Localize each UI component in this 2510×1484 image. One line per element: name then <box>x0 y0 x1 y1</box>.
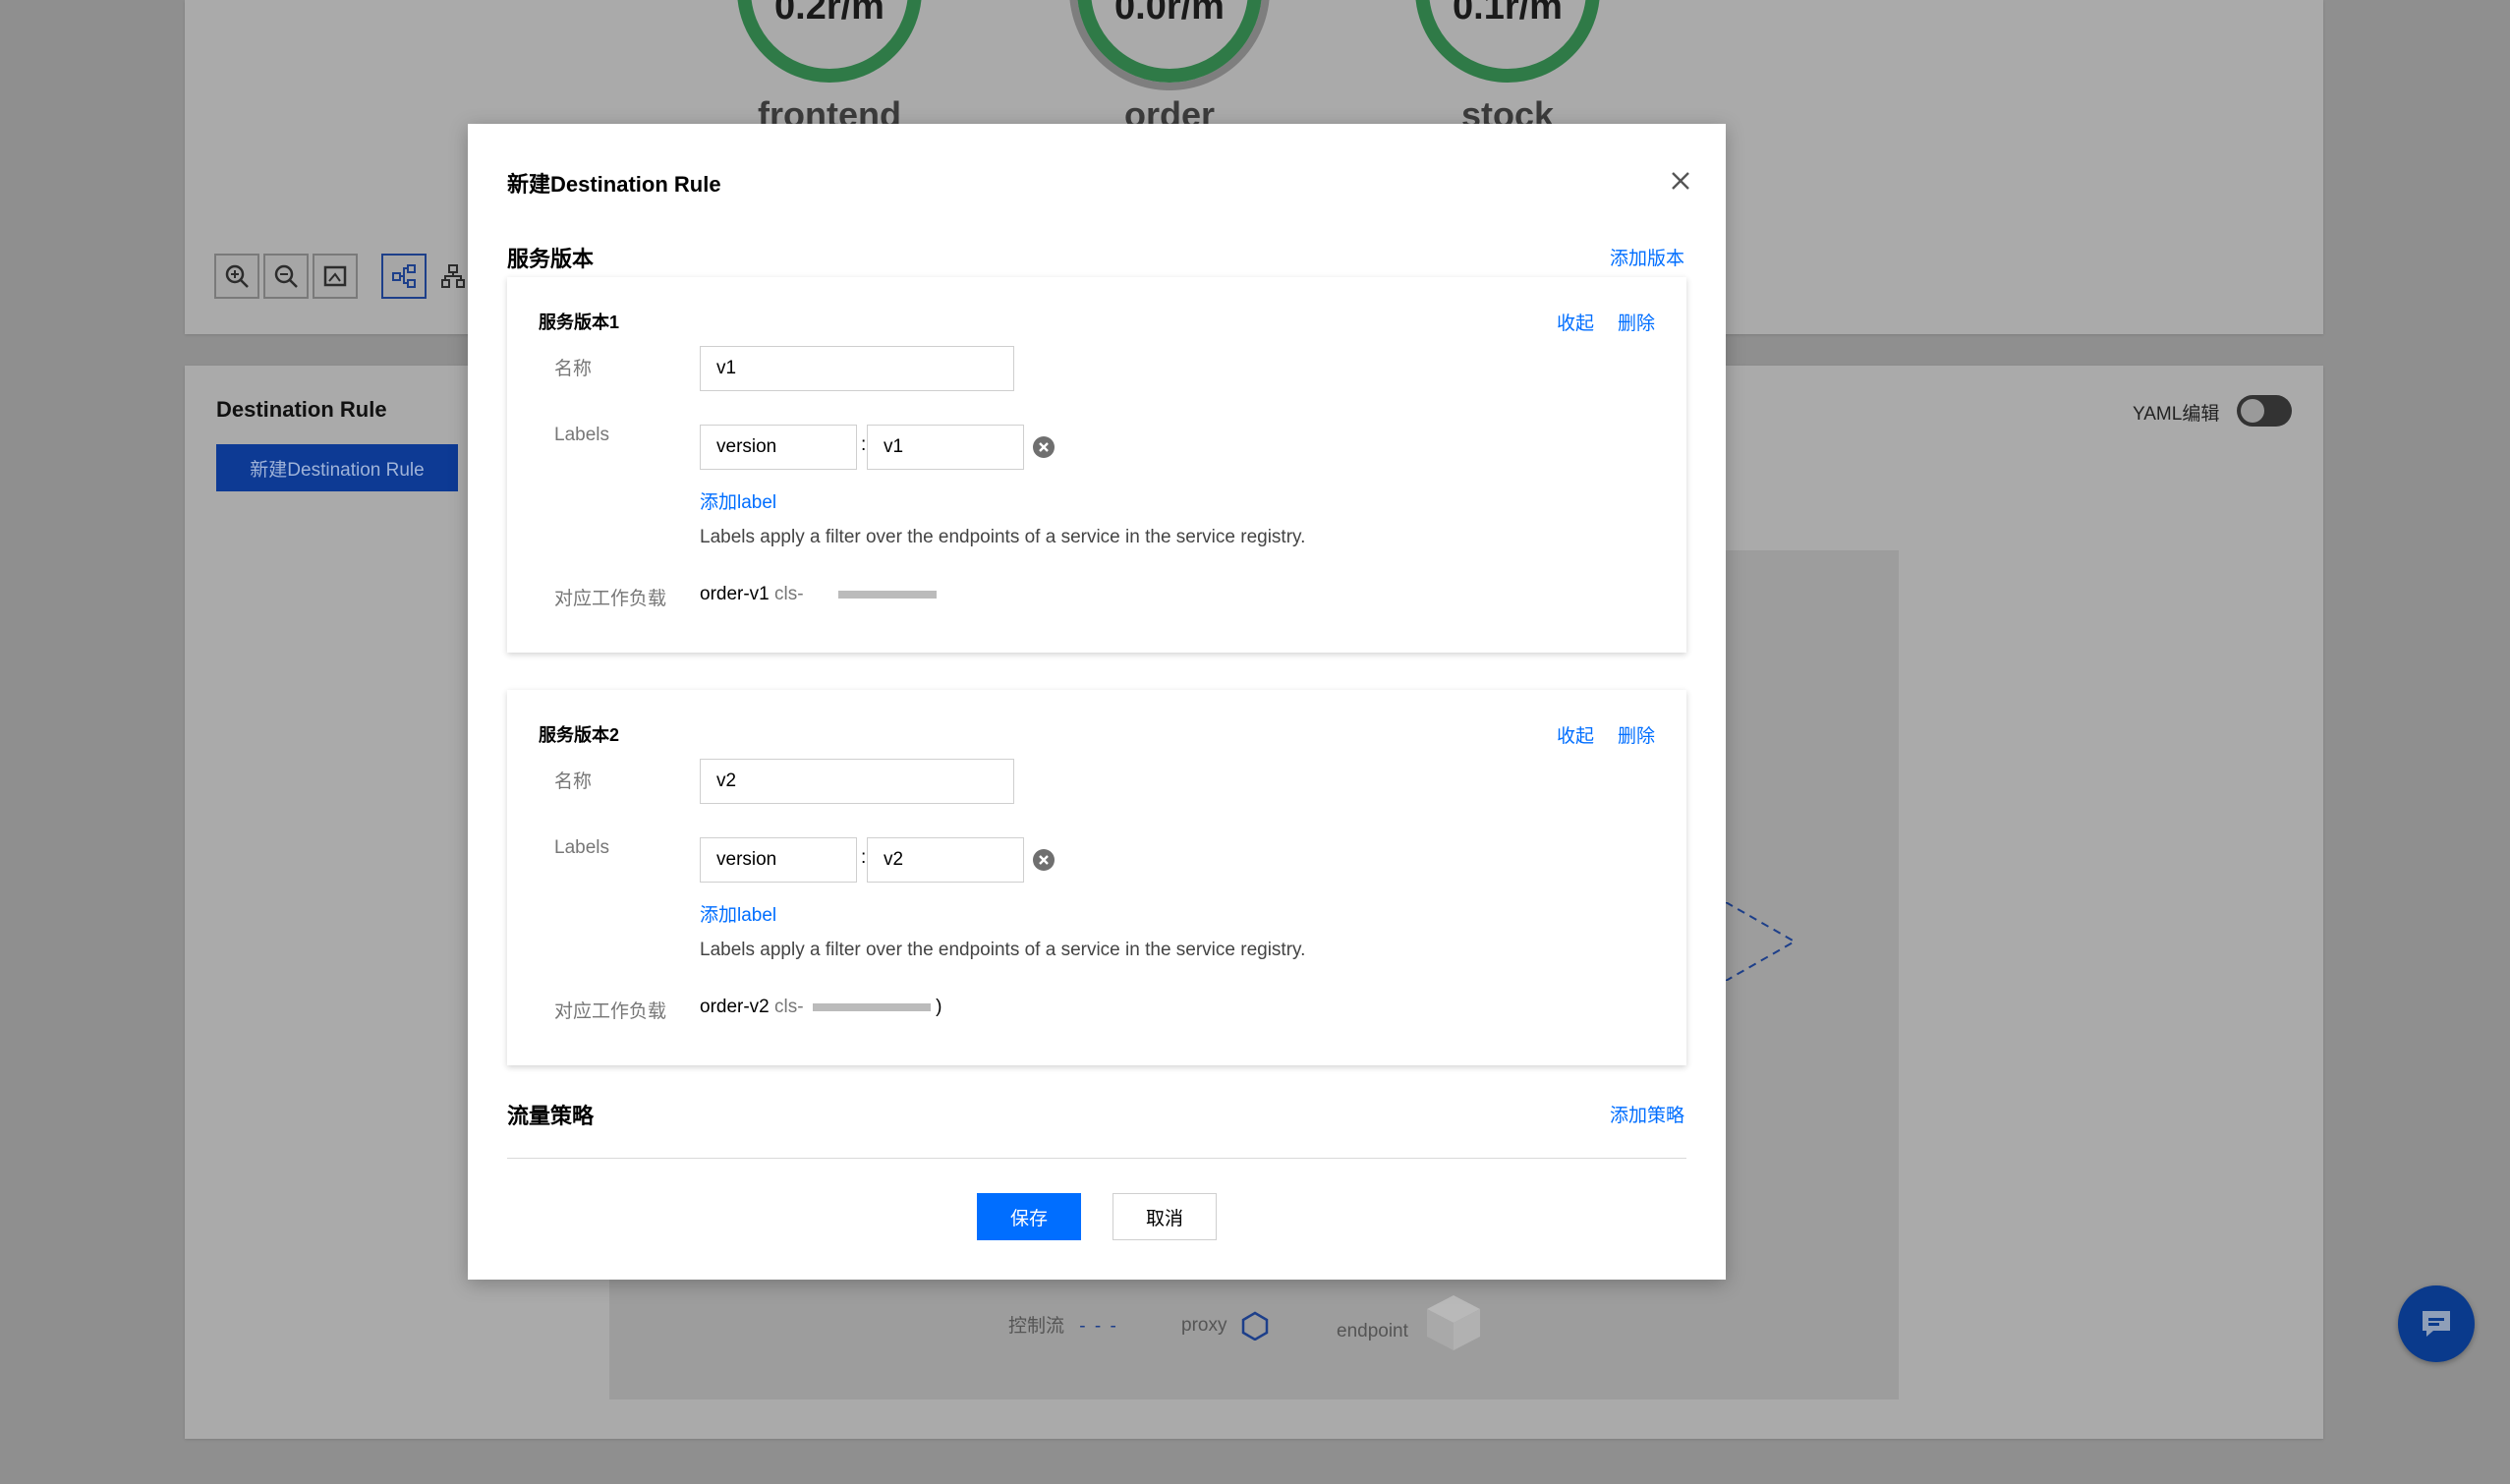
collapse-link[interactable]: 收起 <box>1557 309 1594 335</box>
labels-label: Labels <box>554 425 609 445</box>
delete-link[interactable]: 删除 <box>1618 309 1655 335</box>
label-separator: : <box>861 434 867 455</box>
remove-label-icon[interactable] <box>1032 435 1055 459</box>
zoom-in-button[interactable] <box>214 254 259 299</box>
delete-link[interactable]: 删除 <box>1618 721 1655 748</box>
traffic-policy-title: 流量策略 <box>507 1104 595 1128</box>
workload-value: order-v2 cls- ) <box>700 997 941 1018</box>
collapse-link[interactable]: 收起 <box>1557 721 1594 748</box>
cube-icon <box>1427 1295 1481 1350</box>
zoom-out-icon <box>274 264 298 288</box>
version-title: 服务版本2 <box>539 725 620 745</box>
legend-proxy-label: proxy <box>1181 1315 1227 1337</box>
add-label-link[interactable]: 添加label <box>700 900 776 927</box>
service-version-card: 服务版本1 收起 删除 名称 v1 Labels version : v1 添加… <box>507 277 1686 653</box>
fit-view-icon <box>323 265 347 287</box>
add-label-link[interactable]: 添加label <box>700 487 776 514</box>
workload-value: order-v1 cls- <box>700 584 937 605</box>
toggle-knob <box>2241 399 2264 423</box>
yaml-edit-toggle[interactable] <box>2237 395 2292 427</box>
version-title: 服务版本1 <box>539 313 620 332</box>
remove-label-icon[interactable] <box>1032 848 1055 872</box>
order-gauge-value: 0.0r/m <box>1114 0 1225 28</box>
close-icon[interactable] <box>1665 165 1696 197</box>
tree-layout-icon <box>392 264 416 288</box>
frontend-gauge-value: 0.2r/m <box>774 0 884 28</box>
workload-cluster: cls- <box>774 997 804 1017</box>
zoom-out-button[interactable] <box>263 254 309 299</box>
zoom-in-icon <box>225 264 249 288</box>
legend-control-flow: 控制流 - - - <box>1008 1311 1118 1338</box>
name-label: 名称 <box>554 771 593 792</box>
workload-name: order-v2 <box>700 997 770 1017</box>
workload-label: 对应工作负载 <box>554 589 667 609</box>
legend-proxy: proxy <box>1181 1311 1270 1341</box>
chat-icon <box>2423 1311 2450 1337</box>
label-key-input[interactable]: version <box>700 425 857 470</box>
name-label: 名称 <box>554 359 593 379</box>
workload-cluster: cls- <box>774 584 804 604</box>
layout-tree-button[interactable] <box>381 254 427 299</box>
labels-hint: Labels apply a filter over the endpoints… <box>700 527 1306 547</box>
legend-endpoint: endpoint <box>1337 1295 1484 1352</box>
label-value-input[interactable]: v2 <box>867 837 1024 883</box>
redacted-text <box>837 590 937 599</box>
workload-suffix: ) <box>936 997 942 1017</box>
label-key-input[interactable]: version <box>700 837 857 883</box>
dialog-title: 新建Destination Rule <box>507 172 721 197</box>
redacted-text <box>812 1002 931 1011</box>
create-destination-rule-dialog: 新建Destination Rule 服务版本 添加版本 服务版本1 收起 删除… <box>468 124 1726 1280</box>
label-value-input[interactable]: v1 <box>867 425 1024 470</box>
hierarchy-layout-icon <box>441 264 465 288</box>
destination-rule-title: Destination Rule <box>216 397 387 422</box>
hexagon-icon <box>1241 1311 1268 1341</box>
stock-gauge-value: 0.1r/m <box>1453 0 1563 28</box>
create-destination-rule-button[interactable]: 新建Destination Rule <box>216 444 458 491</box>
yaml-edit-label: YAML编辑 <box>2133 404 2220 425</box>
labels-hint: Labels apply a filter over the endpoints… <box>700 940 1306 960</box>
workload-label: 对应工作负载 <box>554 1001 667 1022</box>
version-name-input[interactable]: v2 <box>700 759 1014 804</box>
service-version-card: 服务版本2 收起 删除 名称 v2 Labels version : v2 添加… <box>507 690 1686 1065</box>
label-separator: : <box>861 847 867 868</box>
add-version-link[interactable]: 添加版本 <box>1610 244 1684 270</box>
save-button[interactable]: 保存 <box>977 1193 1081 1240</box>
version-name-input[interactable]: v1 <box>700 346 1014 391</box>
chat-button[interactable] <box>2398 1285 2475 1362</box>
labels-label: Labels <box>554 837 609 858</box>
legend-endpoint-label: endpoint <box>1337 1321 1408 1342</box>
cancel-button[interactable]: 取消 <box>1112 1193 1217 1240</box>
add-policy-link[interactable]: 添加策略 <box>1610 1101 1684 1127</box>
fit-view-button[interactable] <box>313 254 358 299</box>
legend-control-flow-label: 控制流 <box>1008 1316 1065 1337</box>
dashed-line-icon: - - - <box>1079 1316 1118 1337</box>
service-versions-title: 服务版本 <box>507 247 595 271</box>
workload-name: order-v1 <box>700 584 770 604</box>
footer-divider <box>507 1158 1686 1159</box>
dashed-edge <box>1726 902 1795 981</box>
